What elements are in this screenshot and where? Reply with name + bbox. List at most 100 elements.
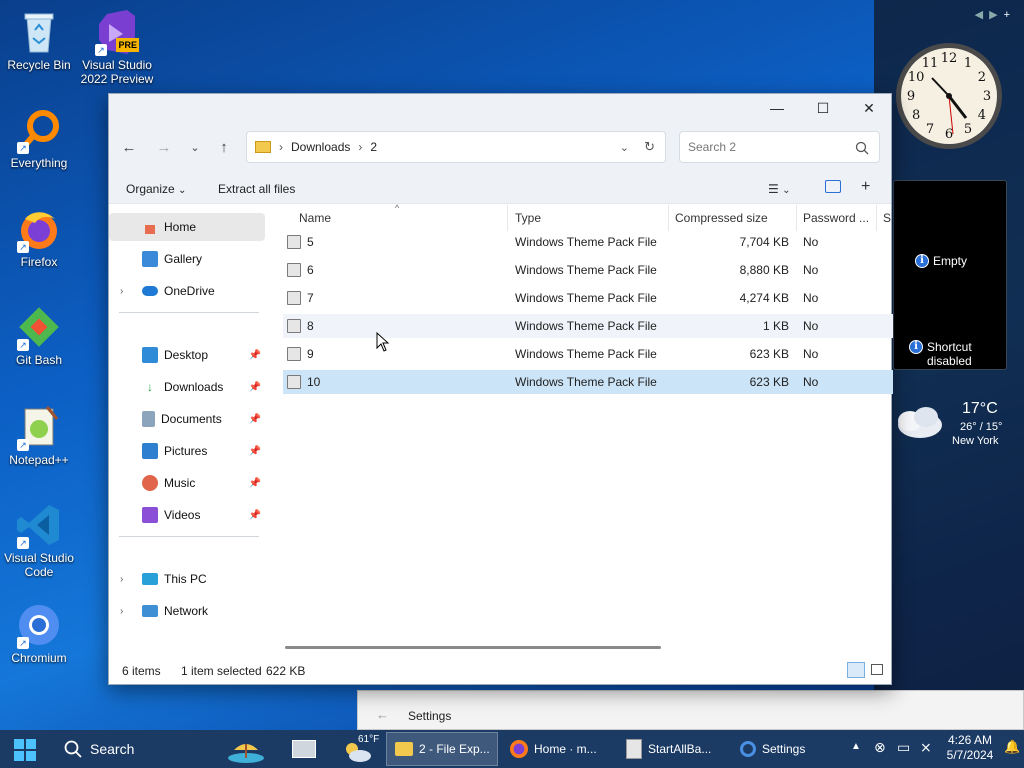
taskbar-item-file-explorer[interactable]: 2 - File Exp... xyxy=(386,732,498,766)
extract-all-button[interactable]: Extract all files xyxy=(218,182,295,196)
weather-widget[interactable]: 61°F xyxy=(340,734,380,764)
pin-icon[interactable]: 📌 xyxy=(249,510,261,521)
search-input[interactable]: Search 2 xyxy=(679,131,880,163)
column-header-name[interactable]: Name xyxy=(293,205,508,231)
chevron-down-icon: ⌄ xyxy=(178,185,187,196)
clock-numeral: 2 xyxy=(978,70,986,85)
show-hidden-icons-button[interactable]: ▲ xyxy=(851,741,861,752)
pin-icon[interactable]: 📌 xyxy=(249,414,261,425)
task-view-icon[interactable] xyxy=(292,740,316,758)
add-gadget-icon[interactable]: + xyxy=(1004,9,1016,21)
nav-item-desktop[interactable]: Desktop 📌 xyxy=(109,341,265,369)
chromium-icon: ↗ xyxy=(15,601,63,649)
network-status-icon[interactable]: ⊗ xyxy=(874,739,886,756)
nav-item-downloads[interactable]: ↓ Downloads 📌 xyxy=(109,373,265,401)
nav-label: Home xyxy=(164,220,197,234)
desktop-icon-label: Firefox xyxy=(20,255,58,269)
file-password: No xyxy=(803,319,819,333)
nav-item-this-pc[interactable]: › This PC xyxy=(109,565,265,593)
widgets-beach-icon[interactable] xyxy=(226,736,268,764)
address-dropdown-icon[interactable]: ⌄ xyxy=(620,141,629,154)
large-icons-view-icon[interactable] xyxy=(871,664,883,675)
recent-locations-button[interactable]: ⌄ xyxy=(183,138,207,158)
nav-item-videos[interactable]: Videos 📌 xyxy=(109,501,265,529)
desktop-icon-firefox[interactable]: ↗ Firefox xyxy=(1,205,77,269)
clock[interactable]: 4:26 AM 5/7/2024 xyxy=(946,733,994,763)
file-row[interactable]: 5 Windows Theme Pack File 7,704 KB No xyxy=(283,230,893,254)
minimize-button[interactable]: — xyxy=(754,94,800,122)
add-icon[interactable]: + xyxy=(861,178,870,196)
up-button[interactable]: ↑ xyxy=(212,138,236,158)
refresh-icon[interactable]: ↻ xyxy=(644,139,655,155)
file-row[interactable]: 10 Windows Theme Pack File 623 KB No xyxy=(283,370,893,394)
desktop-icon-visual-studio-2022-preview[interactable]: PRE ↗ Visual Studio 2022 Preview xyxy=(79,8,155,86)
desktop-icon-notepad-plus-plus[interactable]: ↗ Notepad++ xyxy=(1,403,77,467)
nav-item-onedrive[interactable]: › OneDrive xyxy=(109,277,265,305)
info-gadget[interactable]: i Empty i Shortcut disabled xyxy=(893,180,1007,370)
settings-window[interactable]: ← Settings xyxy=(357,690,1024,730)
column-header-compressed-size[interactable]: Compressed size xyxy=(669,205,797,231)
details-view-icon[interactable] xyxy=(847,662,865,678)
organize-button[interactable]: Organize ⌄ xyxy=(126,182,186,196)
start-button[interactable] xyxy=(14,739,36,761)
chevron-right-icon[interactable]: › xyxy=(120,606,123,617)
chevron-right-icon[interactable]: › xyxy=(120,574,123,585)
desktop-icon-visual-studio-code[interactable]: ↗ Visual Studio Code xyxy=(1,501,77,579)
pin-icon[interactable]: 📌 xyxy=(249,350,261,361)
desktop-icon-label: Chromium xyxy=(11,651,67,665)
volume-muted-icon[interactable]: ⨯ xyxy=(920,739,932,756)
back-button[interactable]: ← xyxy=(117,138,141,158)
nav-item-documents[interactable]: Documents 📌 xyxy=(109,405,265,433)
notification-bell-icon[interactable]: 🔔 xyxy=(1004,739,1020,755)
back-arrow-icon[interactable]: ← xyxy=(376,707,389,722)
view-options-button[interactable]: ☰ ⌄ xyxy=(768,182,790,196)
next-arrow-icon[interactable]: ▶ xyxy=(989,9,1003,21)
title-bar[interactable]: — ☐ ✕ xyxy=(109,94,891,122)
taskbar-item-startallback[interactable]: StartAllBa... xyxy=(618,732,726,766)
pin-icon[interactable]: 📌 xyxy=(249,382,261,393)
clock-numeral: 4 xyxy=(978,108,986,123)
taskbar-item-firefox[interactable]: Home · m... xyxy=(502,732,612,766)
column-header-password[interactable]: Password ... xyxy=(797,205,877,231)
forward-button[interactable]: → xyxy=(152,138,176,158)
close-button[interactable]: ✕ xyxy=(846,94,892,122)
nav-item-music[interactable]: Music 📌 xyxy=(109,469,265,497)
organize-label: Organize xyxy=(126,182,175,196)
file-row[interactable]: 6 Windows Theme Pack File 8,880 KB No xyxy=(283,258,893,282)
column-header-size[interactable]: Si xyxy=(877,205,891,231)
maximize-button[interactable]: ☐ xyxy=(800,94,846,122)
desktop-icon-everything[interactable]: ↗ Everything xyxy=(1,106,77,170)
nav-item-network[interactable]: › Network xyxy=(109,597,265,625)
desktop-icon-recycle-bin[interactable]: Recycle Bin xyxy=(1,8,77,72)
nav-item-pictures[interactable]: Pictures 📌 xyxy=(109,437,265,465)
weather-gadget[interactable]: 17°C 26° / 15° New York xyxy=(890,395,1010,455)
breadcrumb-2[interactable]: 2 xyxy=(370,140,377,154)
horizontal-scrollbar[interactable] xyxy=(285,646,661,649)
address-bar[interactable]: › Downloads › 2 ⌄ ↻ xyxy=(246,131,666,163)
taskbar-item-settings[interactable]: Settings xyxy=(732,732,840,766)
prev-arrow-icon[interactable]: ◀ xyxy=(975,9,989,21)
nav-item-home[interactable]: Home xyxy=(109,213,265,241)
clock-gadget[interactable]: 12 1 2 3 4 5 6 7 8 9 10 11 xyxy=(893,38,1005,154)
file-row[interactable]: 7 Windows Theme Pack File 4,274 KB No xyxy=(283,286,893,310)
file-row[interactable]: 9 Windows Theme Pack File 623 KB No xyxy=(283,342,893,366)
chevron-right-icon: › xyxy=(358,140,363,154)
file-explorer-window[interactable]: — ☐ ✕ ← → ⌄ ↑ › Downloads › 2 ⌄ ↻ Search… xyxy=(108,93,893,685)
breadcrumb-downloads[interactable]: Downloads xyxy=(291,140,350,154)
theme-pack-file-icon xyxy=(287,347,301,361)
preview-pane-icon[interactable] xyxy=(825,180,841,193)
desktop-icon-chromium[interactable]: ↗ Chromium xyxy=(1,601,77,665)
desktop-icon-git-bash[interactable]: ↗ Git Bash xyxy=(1,303,77,367)
pin-icon[interactable]: 📌 xyxy=(249,446,261,457)
file-row[interactable]: 8 Windows Theme Pack File 1 KB No xyxy=(283,314,893,338)
git-bash-icon: ↗ xyxy=(15,303,63,351)
taskbar-item-label: StartAllBa... xyxy=(648,742,712,756)
windows-logo-icon xyxy=(14,739,36,761)
display-icon[interactable]: ▭ xyxy=(897,739,910,756)
music-icon xyxy=(142,475,158,491)
column-header-type[interactable]: Type xyxy=(509,205,669,231)
chevron-right-icon[interactable]: › xyxy=(120,286,123,297)
taskbar-search[interactable]: Search xyxy=(52,732,222,766)
pin-icon[interactable]: 📌 xyxy=(249,478,261,489)
nav-item-gallery[interactable]: Gallery xyxy=(109,245,265,273)
